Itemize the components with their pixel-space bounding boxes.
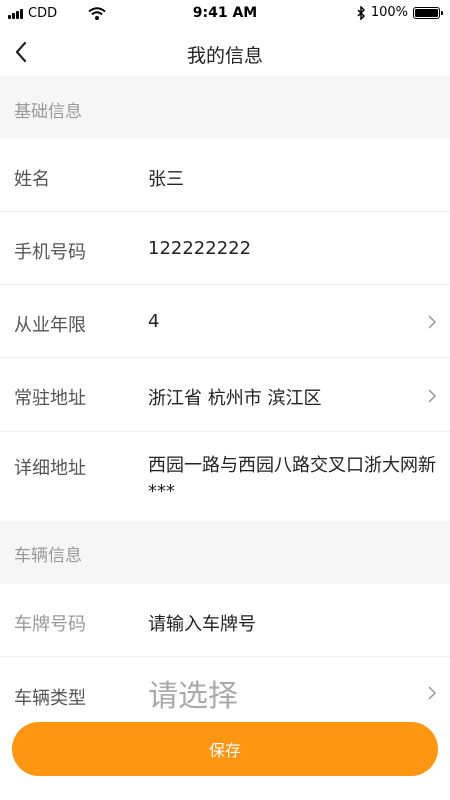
phone-value: 122222222 [148, 238, 252, 259]
row-phone[interactable]: 手机号码 122222222 [0, 212, 450, 285]
row-label: 详细地址 [14, 458, 86, 479]
address-value: 浙江省 杭州市 滨江区 [148, 388, 322, 409]
row-label: 常驻地址 [14, 388, 86, 409]
plate-input[interactable]: 请输入车牌号 [148, 610, 256, 636]
row-label: 车牌号码 [14, 614, 86, 635]
battery-icon [413, 6, 443, 19]
section-basic-info: 基础信息 [0, 76, 450, 139]
years-value: 4 [148, 311, 160, 332]
chevron-right-icon [428, 686, 437, 700]
chevron-right-icon [428, 315, 437, 329]
row-label: 姓名 [14, 169, 50, 190]
row-detail-address[interactable]: 详细地址 西园一路与西园八路交叉口浙大网新*** [0, 432, 450, 521]
row-name[interactable]: 姓名 张三 [0, 139, 450, 212]
row-label: 车辆类型 [14, 688, 86, 709]
page-title: 我的信息 [186, 45, 263, 67]
row-label: 手机号码 [14, 242, 86, 263]
row-vehicle-type[interactable]: 车辆类型 请选择 [0, 657, 450, 730]
vehicle-type-select[interactable]: 请选择 [148, 671, 238, 715]
status-bar: CDD 9:41 AM 100% [0, 0, 450, 28]
name-value: 张三 [148, 169, 184, 190]
status-right: 100% [357, 5, 443, 20]
section-title: 基础信息 [14, 102, 82, 122]
nav-bar: 我的信息 [0, 28, 450, 76]
save-button[interactable]: 保存 [12, 722, 438, 776]
battery-percent: 100% [370, 5, 408, 20]
row-address[interactable]: 常驻地址 浙江省 杭州市 滨江区 [0, 358, 450, 432]
detail-address-value: 西园一路与西园八路交叉口浙大网新*** [148, 455, 436, 502]
section-vehicle-info: 车辆信息 [0, 521, 450, 584]
section-title: 车辆信息 [14, 546, 82, 566]
chevron-right-icon [428, 389, 437, 403]
row-years[interactable]: 从业年限 4 [0, 285, 450, 358]
bluetooth-icon [357, 5, 365, 20]
row-label: 从业年限 [14, 315, 86, 336]
row-plate[interactable]: 车牌号码 请输入车牌号 [0, 584, 450, 657]
